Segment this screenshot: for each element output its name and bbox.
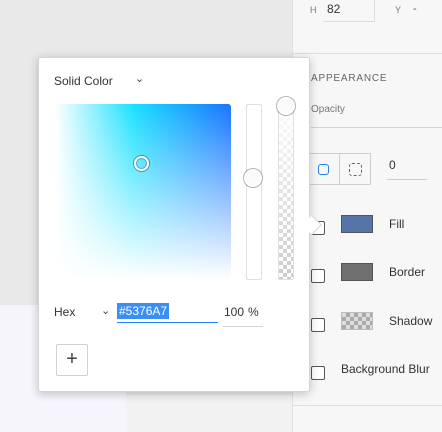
alpha-input-underline — [223, 326, 263, 327]
alpha-slider[interactable] — [278, 104, 294, 280]
fill-label: Fill — [389, 217, 405, 231]
canvas-area-lower — [126, 395, 292, 432]
shadow-label: Shadow — [389, 314, 433, 328]
opacity-label: Opacity — [311, 104, 345, 115]
height-input[interactable]: 82 — [323, 0, 375, 22]
alpha-value[interactable]: 100 — [222, 305, 244, 319]
opacity-slider[interactable] — [311, 127, 442, 128]
alpha-handle[interactable] — [277, 97, 295, 115]
section-divider — [293, 53, 442, 54]
dashed-square-icon — [349, 163, 362, 176]
shadow-swatch[interactable] — [341, 312, 373, 330]
plus-icon: + — [66, 348, 78, 370]
appearance-title: APPEARANCE — [311, 73, 388, 84]
color-mode-dropdown[interactable]: Solid Color — [54, 74, 113, 88]
y-input[interactable]: - — [413, 3, 417, 15]
background-blur-label: Background Blur — [341, 362, 430, 376]
property-inspector: H 82 Y - APPEARANCE Opacity 0 Fill Borde… — [292, 0, 442, 432]
hue-slider[interactable] — [246, 104, 262, 280]
corner-radius-input[interactable]: 0 — [387, 156, 427, 180]
radius-single-button[interactable] — [307, 153, 339, 185]
radius-individual-button[interactable] — [339, 153, 371, 185]
size-row: H 82 Y - — [293, 0, 442, 24]
add-swatch-button[interactable]: + — [56, 344, 88, 376]
border-label: Border — [389, 265, 426, 279]
color-picker-popover: Solid Color ⌄ Hex ⌄ #5376A7 100 % + — [38, 57, 322, 392]
chevron-down-icon[interactable]: ⌄ — [101, 304, 110, 317]
fill-swatch[interactable] — [341, 215, 373, 233]
alpha-unit: % — [248, 305, 259, 319]
shadow-checkbox[interactable] — [311, 318, 325, 332]
section-divider-bottom — [293, 405, 442, 406]
rounded-square-icon — [318, 164, 329, 175]
y-label: Y — [395, 5, 402, 15]
shadow-row: Shadow — [293, 312, 442, 342]
saturation-field[interactable] — [55, 104, 231, 280]
hue-handle[interactable] — [244, 169, 262, 187]
background-blur-row: Background Blur — [293, 360, 442, 390]
height-label: H — [310, 5, 317, 15]
saturation-handle[interactable] — [134, 156, 149, 171]
border-swatch[interactable] — [341, 263, 373, 281]
hex-value[interactable]: #5376A7 — [117, 303, 170, 319]
background-blur-checkbox[interactable] — [311, 366, 325, 380]
color-format-dropdown[interactable]: Hex — [54, 305, 75, 319]
border-row: Border — [293, 263, 442, 293]
border-checkbox[interactable] — [311, 269, 325, 283]
chevron-down-icon[interactable]: ⌄ — [135, 72, 144, 85]
